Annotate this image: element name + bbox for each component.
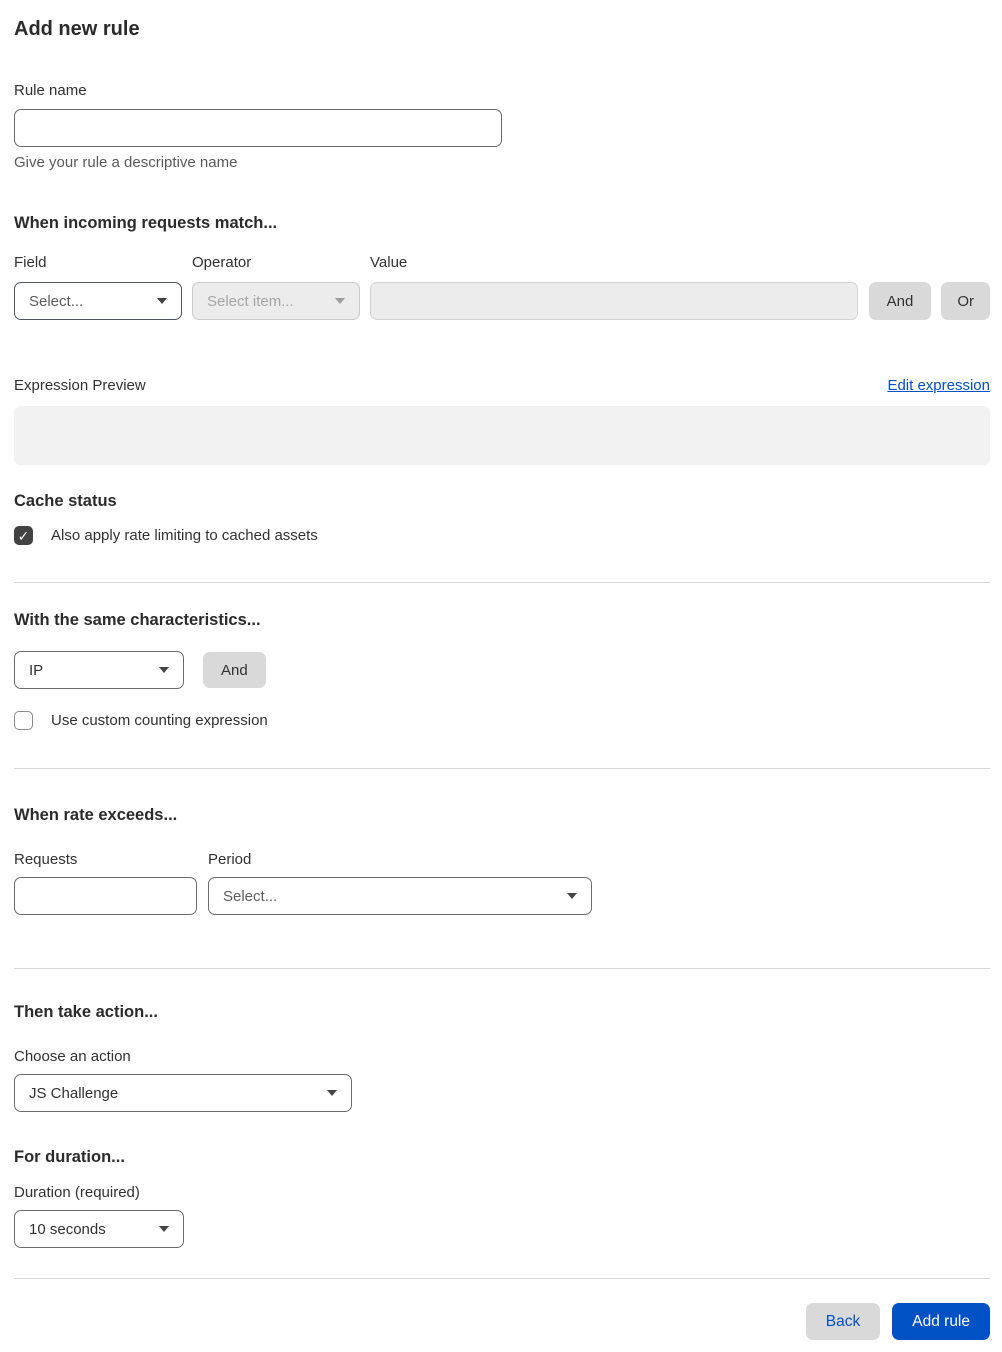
add-rule-button[interactable]: Add rule	[892, 1303, 990, 1340]
characteristics-section: With the same characteristics... IP And …	[14, 611, 990, 730]
checkmark-icon: ✓	[17, 527, 30, 544]
operator-label: Operator	[192, 254, 252, 271]
cached-assets-checkbox[interactable]: ✓	[14, 526, 33, 545]
divider	[14, 1278, 990, 1279]
duration-heading: For duration...	[14, 1148, 125, 1166]
or-condition-button[interactable]: Or	[941, 282, 990, 320]
characteristics-row: IP And	[14, 651, 990, 689]
chevron-down-icon	[567, 893, 577, 899]
period-label: Period	[208, 851, 252, 868]
match-expression-row: Field Select... Operator Select item... …	[14, 254, 990, 320]
match-section: When incoming requests match... Field Se…	[14, 214, 990, 465]
match-section-heading: When incoming requests match...	[14, 214, 278, 232]
characteristic-select-value: IP	[29, 661, 44, 679]
field-select[interactable]: Select...	[14, 282, 182, 320]
divider	[14, 768, 990, 769]
field-select-placeholder: Select...	[29, 292, 84, 310]
chevron-down-icon	[327, 1090, 337, 1096]
requests-input[interactable]	[14, 877, 197, 915]
rule-name-label: Rule name	[14, 82, 87, 99]
choose-action-label: Choose an action	[14, 1048, 131, 1065]
action-select-value: JS Challenge	[29, 1084, 119, 1102]
duration-section: For duration... Duration (required) 10 s…	[14, 1148, 990, 1248]
custom-counting-expression-checkbox[interactable]	[14, 711, 33, 730]
rate-section: When rate exceeds... Requests Period Sel…	[14, 806, 990, 915]
value-label: Value	[370, 254, 408, 271]
and-condition-button[interactable]: And	[868, 282, 932, 320]
requests-label: Requests	[14, 851, 78, 868]
period-select-placeholder: Select...	[223, 887, 278, 905]
chevron-down-icon	[159, 667, 169, 673]
divider	[14, 582, 990, 583]
rate-heading: When rate exceeds...	[14, 806, 178, 824]
action-select[interactable]: JS Challenge	[14, 1074, 352, 1112]
operator-select-placeholder: Select item...	[207, 292, 294, 310]
rule-name-helper: Give your rule a descriptive name	[14, 154, 238, 171]
rate-row: Requests Period Select...	[14, 851, 990, 915]
counting-expression-row: Use custom counting expression	[14, 711, 990, 730]
footer-actions: Back Add rule	[14, 1303, 990, 1340]
chevron-down-icon	[159, 1226, 169, 1232]
characteristic-select[interactable]: IP	[14, 651, 184, 689]
rule-name-group: Rule name Give your rule a descriptive n…	[14, 82, 990, 171]
duration-label: Duration (required)	[14, 1184, 140, 1201]
custom-counting-expression-label: Use custom counting expression	[51, 712, 268, 729]
field-label: Field	[14, 254, 47, 271]
cache-status-section: Cache status ✓ Also apply rate limiting …	[14, 492, 990, 545]
back-button[interactable]: Back	[805, 1303, 881, 1340]
duration-select-value: 10 seconds	[29, 1220, 106, 1238]
page-title: Add new rule	[14, 18, 140, 40]
action-section: Then take action... Choose an action JS …	[14, 1003, 990, 1112]
edit-expression-link[interactable]: Edit expression	[887, 377, 990, 394]
cache-checkbox-row: ✓ Also apply rate limiting to cached ass…	[14, 526, 990, 545]
divider	[14, 968, 990, 969]
action-heading: Then take action...	[14, 1003, 158, 1021]
period-select[interactable]: Select...	[208, 877, 592, 915]
expression-preview-label: Expression Preview	[14, 377, 146, 394]
expression-preview-box	[14, 406, 990, 465]
cached-assets-checkbox-label: Also apply rate limiting to cached asset…	[51, 527, 318, 544]
add-characteristic-and-button[interactable]: And	[203, 652, 266, 688]
duration-select[interactable]: 10 seconds	[14, 1210, 184, 1248]
operator-select: Select item...	[192, 282, 360, 320]
characteristics-heading: With the same characteristics...	[14, 611, 261, 629]
chevron-down-icon	[157, 298, 167, 304]
expression-preview-header: Expression Preview Edit expression	[14, 377, 990, 394]
value-input	[370, 282, 858, 320]
chevron-down-icon	[335, 298, 345, 304]
rule-name-input[interactable]	[14, 109, 502, 147]
cache-status-heading: Cache status	[14, 492, 117, 510]
